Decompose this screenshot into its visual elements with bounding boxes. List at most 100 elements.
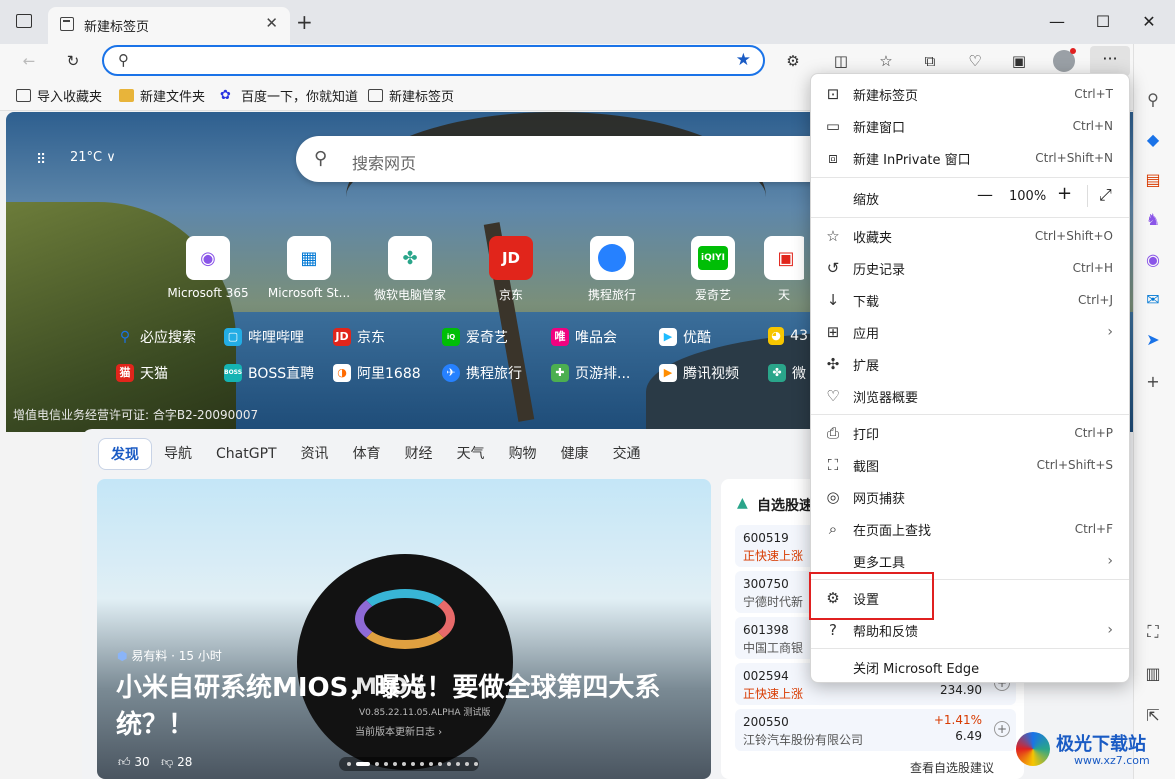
zoom-out-button[interactable]: — — [977, 185, 993, 204]
sidebar-screenshot-icon[interactable]: ⛶ — [1141, 620, 1165, 644]
quicklink-webgames[interactable]: ✚ 页游排... — [551, 363, 630, 383]
carousel-dot[interactable] — [347, 762, 351, 766]
stocks-more-link[interactable]: 查看自选股建议 — [910, 759, 994, 776]
carousel-dot[interactable] — [429, 762, 433, 766]
quicklink-boss[interactable]: BOSS BOSS直聘 — [224, 363, 314, 383]
sidebar-games-icon[interactable]: ♞ — [1141, 208, 1165, 232]
carousel-dot[interactable] — [438, 762, 442, 766]
bookmark-baidu[interactable]: ✿ 百度一下，你就知道 — [220, 86, 358, 105]
quicklink-wei[interactable]: ✤ 微 — [768, 363, 808, 383]
sidebar-add-icon[interactable]: + — [1141, 370, 1165, 394]
carousel-dot[interactable] — [447, 762, 451, 766]
sidebar-send-icon[interactable]: ➤ — [1141, 328, 1165, 352]
sidebar-outlook-icon[interactable]: ✉ — [1141, 288, 1165, 312]
sidebar-toggle-icon[interactable]: ▣ — [1006, 50, 1032, 72]
menu-history[interactable]: ↺ 历史记录 Ctrl+H — [811, 252, 1131, 284]
menu-print[interactable]: ⎙ 打印 Ctrl+P — [811, 417, 1131, 449]
app-launcher-icon[interactable]: ⠿ — [36, 152, 52, 168]
feed-tab-discover[interactable]: 发现 — [98, 438, 152, 470]
carousel-dot[interactable] — [465, 762, 469, 766]
quicklink-tmall[interactable]: 猫天猫 — [116, 363, 168, 383]
minimize-button[interactable]: — — [1034, 8, 1080, 36]
extensions-icon[interactable]: ⚙ — [780, 50, 806, 72]
feed-tab-health[interactable]: 健康 — [549, 438, 601, 470]
news-title[interactable]: 小米自研系统MIOS，曝光！要做全球第四大系统？！ — [116, 670, 706, 744]
menu-close-edge[interactable]: 关闭 Microsoft Edge — [811, 651, 1131, 683]
carousel-dot[interactable] — [393, 762, 397, 766]
split-screen-icon[interactable]: ◫ — [828, 50, 854, 72]
address-bar[interactable]: ⚲ ★ — [102, 45, 765, 76]
weather-widget[interactable]: 21°C ∨ — [70, 150, 116, 165]
browser-essentials-icon[interactable]: ♡ — [962, 50, 988, 72]
add-stock-icon[interactable]: + — [994, 721, 1010, 737]
quicklink-youku[interactable]: ▶ 优酷 — [659, 327, 711, 347]
sidebar-tools-icon[interactable]: ▤ — [1141, 168, 1165, 192]
sidebar-layout-icon[interactable]: ▥ — [1141, 662, 1165, 686]
fullscreen-icon[interactable]: ⤢ — [1099, 185, 1112, 205]
menu-apps[interactable]: ⊞ 应用 › — [811, 316, 1131, 348]
feed-tab-chatgpt[interactable]: ChatGPT — [204, 438, 289, 470]
tile-ctrip[interactable]: 携程旅行 — [562, 236, 662, 303]
bookmark-new-tab[interactable]: 新建标签页 — [368, 86, 454, 105]
tab-actions-icon[interactable] — [16, 14, 32, 28]
collections-icon[interactable]: ⧉ — [917, 50, 943, 72]
quicklink-bilibili[interactable]: ▢ 哔哩哔哩 — [224, 327, 304, 347]
feed-tab-weather[interactable]: 天气 — [445, 438, 497, 470]
menu-find[interactable]: ⌕ 在页面上查找 Ctrl+F — [811, 513, 1131, 545]
stock-row[interactable]: 200550 江铃汽车股份有限公司 +1.41% 6.49 + — [735, 709, 1016, 751]
feed-tab-news[interactable]: 资讯 — [289, 438, 341, 470]
carousel-dot[interactable] — [402, 762, 406, 766]
menu-new-inprivate[interactable]: ⧈ 新建 InPrivate 窗口 Ctrl+Shift+N — [811, 142, 1131, 174]
back-icon[interactable]: ← — [16, 50, 42, 72]
quicklink-bing[interactable]: ⚲ 必应搜索 — [116, 327, 196, 347]
feed-tab-finance[interactable]: 财经 — [393, 438, 445, 470]
close-window-button[interactable]: ✕ — [1126, 8, 1172, 36]
carousel-dot[interactable] — [411, 762, 415, 766]
favorite-star-icon[interactable]: ★ — [736, 50, 751, 70]
favorites-icon[interactable]: ☆ — [873, 50, 899, 72]
quicklink-4399[interactable]: ◕ 43 — [768, 327, 808, 345]
web-search-box[interactable]: ⚲ 搜索网页 b — [296, 136, 856, 182]
thumbs-down-icon[interactable]: 👎︎ — [161, 755, 173, 769]
tile-pc-manager[interactable]: ✤ 微软电脑管家 — [360, 236, 460, 303]
menu-new-window[interactable]: ▭ 新建窗口 Ctrl+N — [811, 110, 1131, 142]
settings-more-button[interactable]: ··· — [1090, 46, 1130, 76]
carousel-dot[interactable] — [474, 762, 478, 766]
tile-tmall[interactable]: ▣ 天 — [764, 236, 804, 303]
sidebar-external-icon[interactable]: ⇱ — [1141, 704, 1165, 728]
tab-new-tab[interactable]: 新建标签页 ✕ — [48, 7, 290, 44]
new-tab-button[interactable]: + — [296, 10, 313, 34]
feed-tab-sports[interactable]: 体育 — [341, 438, 393, 470]
menu-new-tab[interactable]: ⊡ 新建标签页 Ctrl+T — [811, 78, 1131, 110]
menu-screenshot[interactable]: ⛶ 截图 Ctrl+Shift+S — [811, 449, 1131, 481]
carousel-dots[interactable] — [339, 757, 479, 771]
maximize-button[interactable]: ☐ — [1080, 8, 1126, 36]
menu-browser-essentials[interactable]: ♡ 浏览器概要 — [811, 380, 1131, 412]
menu-downloads[interactable]: ↓ 下载 Ctrl+J — [811, 284, 1131, 316]
zoom-in-button[interactable]: + — [1057, 183, 1072, 204]
thumbs-up-icon[interactable]: 👍︎ — [118, 755, 131, 769]
tile-iqiyi[interactable]: iQIYI 爱奇艺 — [663, 236, 763, 303]
quicklink-tencent-video[interactable]: ▶ 腾讯视频 — [659, 363, 739, 383]
menu-extensions[interactable]: ✣ 扩展 — [811, 348, 1131, 380]
sidebar-tag-icon[interactable]: ◆ — [1141, 128, 1165, 152]
quicklink-iqiyi[interactable]: iQ 爱奇艺 — [442, 327, 508, 347]
menu-web-capture[interactable]: ◎ 网页捕获 — [811, 481, 1131, 513]
feed-tab-traffic[interactable]: 交通 — [601, 438, 653, 470]
tile-jd[interactable]: JD 京东 — [461, 236, 561, 303]
quicklink-vip[interactable]: 唯唯品会 — [551, 327, 617, 347]
bookmark-folder[interactable]: 新建文件夹 — [119, 86, 205, 105]
sidebar-m365-icon[interactable]: ◉ — [1141, 248, 1165, 272]
carousel-dot[interactable] — [356, 762, 370, 766]
quicklink-ctrip[interactable]: ✈ 携程旅行 — [442, 363, 522, 383]
carousel-dot[interactable] — [420, 762, 424, 766]
tile-microsoft-365[interactable]: ◉ Microsoft 365 — [158, 236, 258, 300]
menu-favorites[interactable]: ☆ 收藏夹 Ctrl+Shift+O — [811, 220, 1131, 252]
feed-tab-nav[interactable]: 导航 — [152, 438, 204, 470]
quicklink-1688[interactable]: ◑ 阿里1688 — [333, 363, 421, 383]
feed-tab-shopping[interactable]: 购物 — [497, 438, 549, 470]
carousel-dot[interactable] — [456, 762, 460, 766]
close-tab-icon[interactable]: ✕ — [265, 14, 278, 32]
carousel-dot[interactable] — [375, 762, 379, 766]
bookmark-import[interactable]: 导入收藏夹 — [16, 86, 102, 105]
